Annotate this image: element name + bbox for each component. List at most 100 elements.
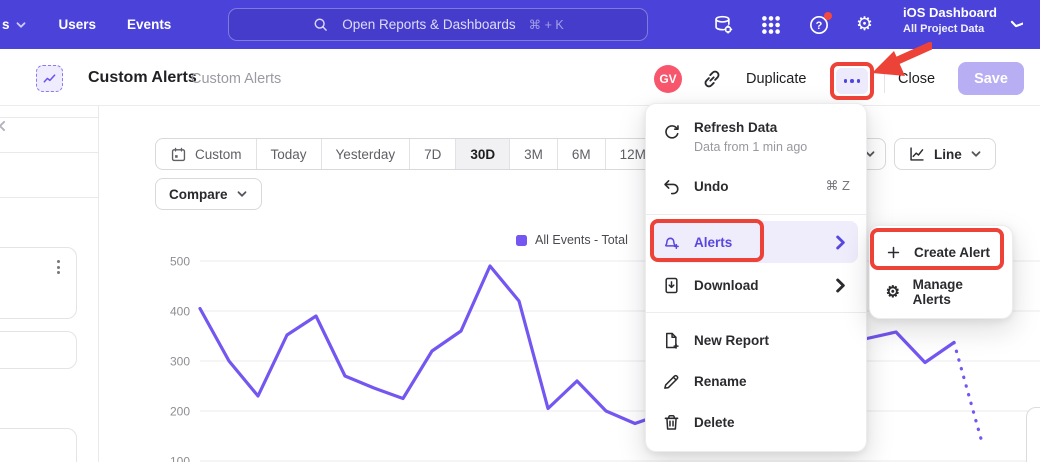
nav-item-users[interactable]: Users	[59, 17, 97, 32]
project-scope: All Project Data	[903, 24, 997, 35]
duplicate-button[interactable]: Duplicate	[746, 71, 806, 87]
date-range-7d[interactable]: 7D	[409, 139, 455, 169]
alerts-submenu: Create Alert ⚙ Manage Alerts	[869, 225, 1013, 319]
nav-fragment-label: s	[2, 17, 10, 32]
topbar-action-icons: ? ⚙	[712, 0, 873, 49]
menu-item-rename[interactable]: Rename	[646, 361, 866, 401]
menu-divider	[646, 312, 866, 313]
svg-text:200: 200	[170, 405, 190, 419]
date-range-3m[interactable]: 3M	[509, 139, 557, 169]
sidebar-divider	[0, 117, 99, 118]
menu-item-undo[interactable]: Undo ⌘ Z	[646, 164, 866, 208]
menu-item-label: Delete	[694, 415, 735, 430]
chart-type-dropdown[interactable]: Line	[894, 138, 996, 170]
nav-item-fragment[interactable]: s	[2, 17, 27, 32]
chevron-down-icon	[970, 148, 982, 160]
header-divider	[884, 66, 885, 93]
search-icon	[312, 16, 329, 33]
date-range-segmented-control: Custom Today Yesterday 7D 30D 3M 6M 12M	[155, 138, 661, 170]
date-range-custom[interactable]: Custom	[156, 139, 256, 169]
more-options-menu: Refresh Data Data from 1 min ago Undo ⌘ …	[645, 103, 867, 452]
svg-text:500: 500	[170, 255, 190, 269]
help-icon[interactable]: ?	[808, 14, 830, 36]
chevron-right-icon	[831, 233, 850, 252]
date-range-today[interactable]: Today	[256, 139, 321, 169]
left-sidebar	[0, 106, 99, 462]
date-range-yesterday[interactable]: Yesterday	[321, 139, 410, 169]
sidebar-divider	[0, 197, 99, 198]
gear-icon: ⚙	[885, 284, 901, 301]
menu-item-label: Download	[694, 278, 759, 293]
settings-gear-icon[interactable]: ⚙	[856, 14, 873, 36]
app-window: s Users Events Open Reports & Dashboards…	[0, 0, 1040, 462]
chevron-left-icon[interactable]	[0, 119, 9, 133]
sidebar-card[interactable]	[0, 247, 77, 319]
more-options-button[interactable]	[836, 68, 868, 94]
svg-text:300: 300	[170, 355, 190, 369]
submenu-item-manage-alerts[interactable]: ⚙ Manage Alerts	[870, 272, 1012, 312]
page-title: Custom Alerts	[88, 69, 197, 87]
pencil-icon	[662, 372, 681, 391]
menu-item-label: Refresh Data	[694, 120, 807, 135]
copy-link-icon[interactable]	[701, 68, 723, 90]
menu-item-label: Alerts	[694, 235, 732, 250]
avatar[interactable]: GV	[654, 65, 682, 93]
data-management-icon[interactable]	[712, 14, 734, 36]
menu-divider	[646, 214, 866, 215]
breadcrumb: Custom Alerts	[191, 71, 281, 87]
menu-item-new-report[interactable]: New Report	[646, 319, 866, 361]
chart-legend: All Events - Total	[516, 233, 628, 247]
project-name: iOS Dashboard	[903, 6, 997, 19]
svg-text:?: ?	[816, 19, 823, 31]
menu-item-download[interactable]: Download	[646, 264, 866, 306]
legend-swatch	[516, 235, 527, 246]
svg-text:400: 400	[170, 305, 190, 319]
custom-report-icon	[36, 65, 63, 92]
chevron-down-icon	[236, 188, 248, 200]
cropped-panel-fragment	[1026, 407, 1040, 462]
nav-item-events[interactable]: Events	[127, 17, 171, 32]
undo-icon	[662, 177, 681, 196]
chevron-down-icon[interactable]	[1009, 17, 1023, 31]
kebab-menu-icon[interactable]	[57, 260, 60, 274]
line-chart-icon	[908, 145, 926, 163]
chevron-right-icon	[831, 276, 850, 295]
legend-label: All Events - Total	[535, 233, 628, 247]
chevron-down-icon	[15, 19, 27, 31]
date-range-6m[interactable]: 6M	[557, 139, 605, 169]
submenu-item-create-alert[interactable]: Create Alert	[870, 232, 1012, 272]
compare-dropdown[interactable]: Compare	[155, 178, 262, 210]
keyboard-shortcut: ⌘ Z	[825, 178, 850, 194]
sidebar-card[interactable]	[0, 428, 77, 462]
search-input[interactable]: Open Reports & Dashboards ⌘ + K	[228, 8, 648, 41]
download-icon	[662, 276, 681, 295]
plus-icon	[885, 244, 902, 261]
trash-icon	[662, 413, 681, 432]
sidebar-divider	[0, 152, 99, 153]
submenu-item-label: Create Alert	[914, 245, 990, 260]
menu-item-label: New Report	[694, 333, 769, 348]
menu-item-label: Undo	[694, 179, 729, 194]
menu-item-label: Rename	[694, 374, 747, 389]
menu-item-refresh-data[interactable]: Refresh Data Data from 1 min ago	[646, 112, 866, 164]
close-button[interactable]: Close	[898, 71, 935, 87]
svg-text:100: 100	[170, 455, 190, 462]
search-placeholder: Open Reports & Dashboards	[342, 17, 515, 32]
calendar-icon	[170, 146, 187, 163]
sidebar-card[interactable]	[0, 331, 77, 369]
menu-item-alerts[interactable]: Alerts	[654, 221, 858, 263]
submenu-item-label: Manage Alerts	[913, 277, 997, 307]
project-selector[interactable]: iOS Dashboard All Project Data	[903, 6, 997, 35]
top-nav-bar: s Users Events Open Reports & Dashboards…	[0, 0, 1040, 49]
save-button[interactable]: Save	[958, 62, 1024, 95]
notification-badge	[824, 12, 832, 20]
menu-item-delete[interactable]: Delete	[646, 401, 866, 443]
report-header: Custom Alerts Custom Alerts GV Duplicate…	[0, 49, 1040, 106]
date-range-30d-selected[interactable]: 30D	[455, 139, 509, 169]
menu-item-sublabel: Data from 1 min ago	[694, 140, 807, 154]
bell-plus-icon	[662, 233, 681, 252]
apps-grid-icon[interactable]	[760, 14, 782, 36]
search-shortcut: ⌘ + K	[529, 17, 564, 32]
new-report-icon	[662, 331, 681, 350]
refresh-icon	[662, 123, 681, 142]
